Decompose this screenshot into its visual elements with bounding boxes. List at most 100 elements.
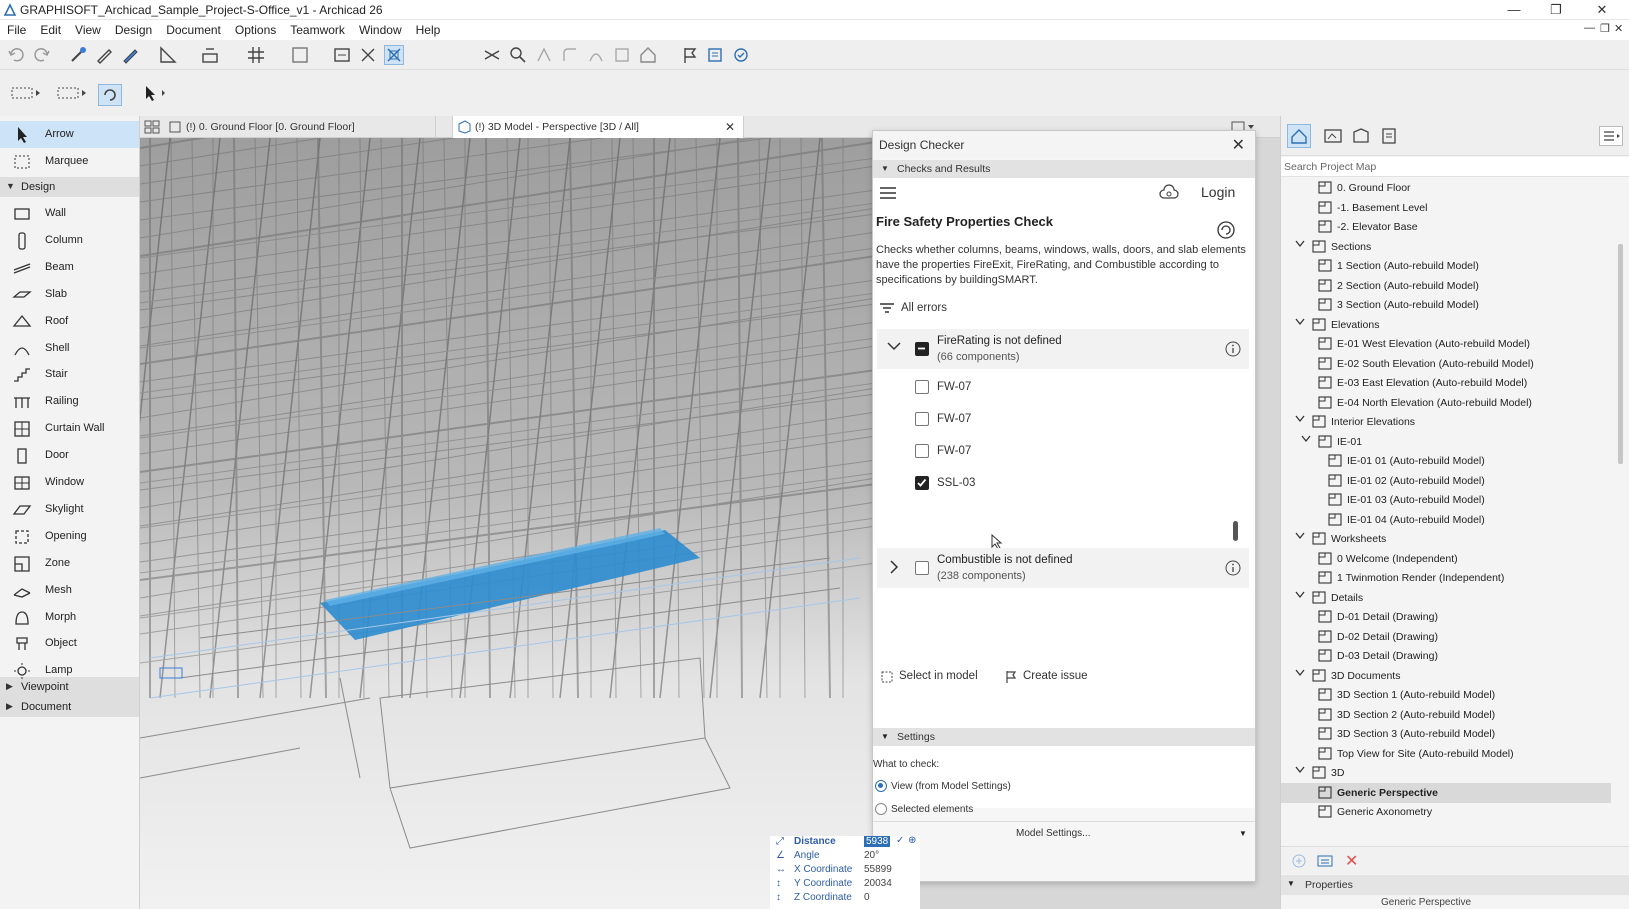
project-map-item[interactable]: Generic Axonometry: [1281, 802, 1611, 822]
fillet-icon[interactable]: [560, 45, 580, 65]
close-window-button[interactable]: ✕: [1588, 1, 1616, 19]
undo-icon[interactable]: [6, 45, 26, 65]
elevation-marker-icon[interactable]: [200, 45, 220, 65]
properties-header[interactable]: ▼ Properties: [1281, 875, 1629, 895]
chevron-down-icon[interactable]: [1301, 435, 1311, 443]
mdi-minimize-button[interactable]: —: [1584, 22, 1595, 34]
tool-slab[interactable]: Slab: [0, 281, 139, 308]
tool-beam[interactable]: Beam: [0, 254, 139, 281]
group-checkbox[interactable]: [915, 561, 929, 575]
target-icon[interactable]: ⊕: [908, 835, 916, 846]
issues-icon[interactable]: [680, 45, 700, 65]
distance-input[interactable]: 5938: [864, 836, 891, 847]
grid-icon[interactable]: [246, 45, 266, 65]
search-project-map[interactable]: Search Project Map: [1281, 157, 1629, 177]
project-map-item[interactable]: 0. Ground Floor: [1281, 178, 1611, 198]
project-map-item[interactable]: Top View for Site (Auto-rebuild Model): [1281, 744, 1611, 764]
3d-model-render[interactable]: [140, 138, 876, 909]
confirm-check-icon[interactable]: ✓: [896, 835, 904, 846]
project-map-item[interactable]: IE-01 03 (Auto-rebuild Model): [1281, 490, 1611, 510]
error-item-row[interactable]: FW-07: [877, 437, 1207, 465]
close-icon[interactable]: ✕: [1232, 135, 1245, 155]
chevron-down-icon[interactable]: [1295, 532, 1305, 540]
layer-icon[interactable]: [290, 45, 310, 65]
menu-teamwork[interactable]: Teamwork: [283, 20, 352, 40]
project-map-item[interactable]: D-02 Detail (Drawing): [1281, 627, 1611, 647]
magic-wand-icon[interactable]: [68, 45, 88, 65]
error-item-row[interactable]: FW-07: [877, 405, 1207, 433]
3d-viewport[interactable]: [140, 138, 876, 909]
tool-wall[interactable]: Wall: [0, 200, 139, 227]
redo-icon[interactable]: [32, 45, 52, 65]
model-settings-row[interactable]: Model Settings... ▼: [873, 821, 1255, 845]
tool-marquee[interactable]: Marquee: [0, 148, 139, 175]
select-in-model-button[interactable]: Select in model: [899, 670, 978, 682]
chevron-down-icon[interactable]: [1295, 669, 1305, 677]
dropdown-arrow-icon[interactable]: ▼: [1239, 829, 1247, 838]
chevron-down-icon[interactable]: [1295, 318, 1305, 326]
tool-roof[interactable]: Roof: [0, 308, 139, 335]
filter-icon[interactable]: [879, 302, 895, 314]
cut-elements-icon[interactable]: [482, 45, 502, 65]
project-map-item[interactable]: 1 Section (Auto-rebuild Model): [1281, 256, 1611, 276]
fit-in-window-icon[interactable]: [332, 45, 352, 65]
item-checkbox[interactable]: [915, 412, 929, 426]
inject-parameters-icon[interactable]: [120, 45, 140, 65]
toolbox-group-design[interactable]: ▼ Design: [0, 177, 139, 197]
publisher-sets-icon[interactable]: [1379, 126, 1399, 146]
project-map-item[interactable]: 1 Twinmotion Render (Independent): [1281, 568, 1611, 588]
tool-zone[interactable]: Zone: [0, 550, 139, 577]
error-item-row[interactable]: FW-07: [877, 373, 1207, 401]
project-map-item[interactable]: IE-01 04 (Auto-rebuild Model): [1281, 510, 1611, 530]
project-map-item[interactable]: IE-01 02 (Auto-rebuild Model): [1281, 471, 1611, 491]
info-icon[interactable]: [1225, 341, 1241, 357]
project-map-item[interactable]: 3D: [1281, 763, 1611, 783]
project-map-item[interactable]: IE-01 01 (Auto-rebuild Model): [1281, 451, 1611, 471]
tool-curtain-wall[interactable]: Curtain Wall: [0, 415, 139, 442]
chevron-right-icon[interactable]: [889, 560, 899, 574]
project-map-item[interactable]: 3D Section 1 (Auto-rebuild Model): [1281, 685, 1611, 705]
tool-window[interactable]: Window: [0, 469, 139, 496]
item-checkbox[interactable]: [915, 476, 929, 490]
project-map-item[interactable]: Interior Elevations: [1281, 412, 1611, 432]
project-map-item[interactable]: Worksheets: [1281, 529, 1611, 549]
filter-label[interactable]: All errors: [901, 302, 947, 314]
menu-edit[interactable]: Edit: [33, 20, 68, 40]
menu-view[interactable]: View: [68, 20, 108, 40]
tool-opening[interactable]: Opening: [0, 523, 139, 550]
chevron-down-icon[interactable]: [887, 341, 901, 351]
settings-header[interactable]: ▼ Settings: [873, 728, 1255, 746]
info-icon[interactable]: [1225, 560, 1241, 576]
design-checker-icon[interactable]: [732, 45, 752, 65]
project-map-item[interactable]: Sections: [1281, 237, 1611, 257]
markup-icon[interactable]: [706, 45, 726, 65]
project-map-item[interactable]: -1. Basement Level: [1281, 198, 1611, 218]
menu-design[interactable]: Design: [108, 20, 159, 40]
error-group-combustible[interactable]: Combustible is not defined (238 componen…: [877, 548, 1249, 588]
chevron-down-icon[interactable]: [1295, 240, 1305, 248]
project-map-item[interactable]: Elevations: [1281, 315, 1611, 335]
rotate-view-icon[interactable]: [98, 84, 122, 106]
tool-door[interactable]: Door: [0, 442, 139, 469]
tab-3d-model[interactable]: (!) 3D Model - Perspective [3D / All] ✕: [452, 116, 744, 138]
selection-method-icon[interactable]: [10, 84, 46, 104]
project-map-item[interactable]: E-02 South Elevation (Auto-rebuild Model…: [1281, 354, 1611, 374]
refresh-icon[interactable]: [1216, 220, 1236, 240]
delete-icon[interactable]: ✕: [1345, 851, 1358, 871]
menu-help[interactable]: Help: [409, 20, 448, 40]
tool-skylight[interactable]: Skylight: [0, 496, 139, 523]
chevron-down-icon[interactable]: [1295, 591, 1305, 599]
radio-selected-elements[interactable]: [875, 803, 887, 815]
trim-icon[interactable]: [534, 45, 554, 65]
project-map-item[interactable]: E-03 East Elevation (Auto-rebuild Model): [1281, 373, 1611, 393]
navigator-scrollbar[interactable]: [1618, 244, 1623, 464]
solid-operations-icon[interactable]: [612, 45, 632, 65]
menu-document[interactable]: Document: [159, 20, 228, 40]
tool-railing[interactable]: Railing: [0, 388, 139, 415]
navigator-menu-icon[interactable]: [1599, 126, 1623, 146]
close-tab-icon[interactable]: ✕: [725, 116, 735, 138]
toolbox-group-document[interactable]: ▶ Document: [0, 697, 139, 717]
split-icon[interactable]: [586, 45, 606, 65]
tab-ground-floor[interactable]: (!) 0. Ground Floor [0. Ground Floor]: [166, 116, 436, 138]
tab-overview-icon[interactable]: [144, 116, 160, 138]
